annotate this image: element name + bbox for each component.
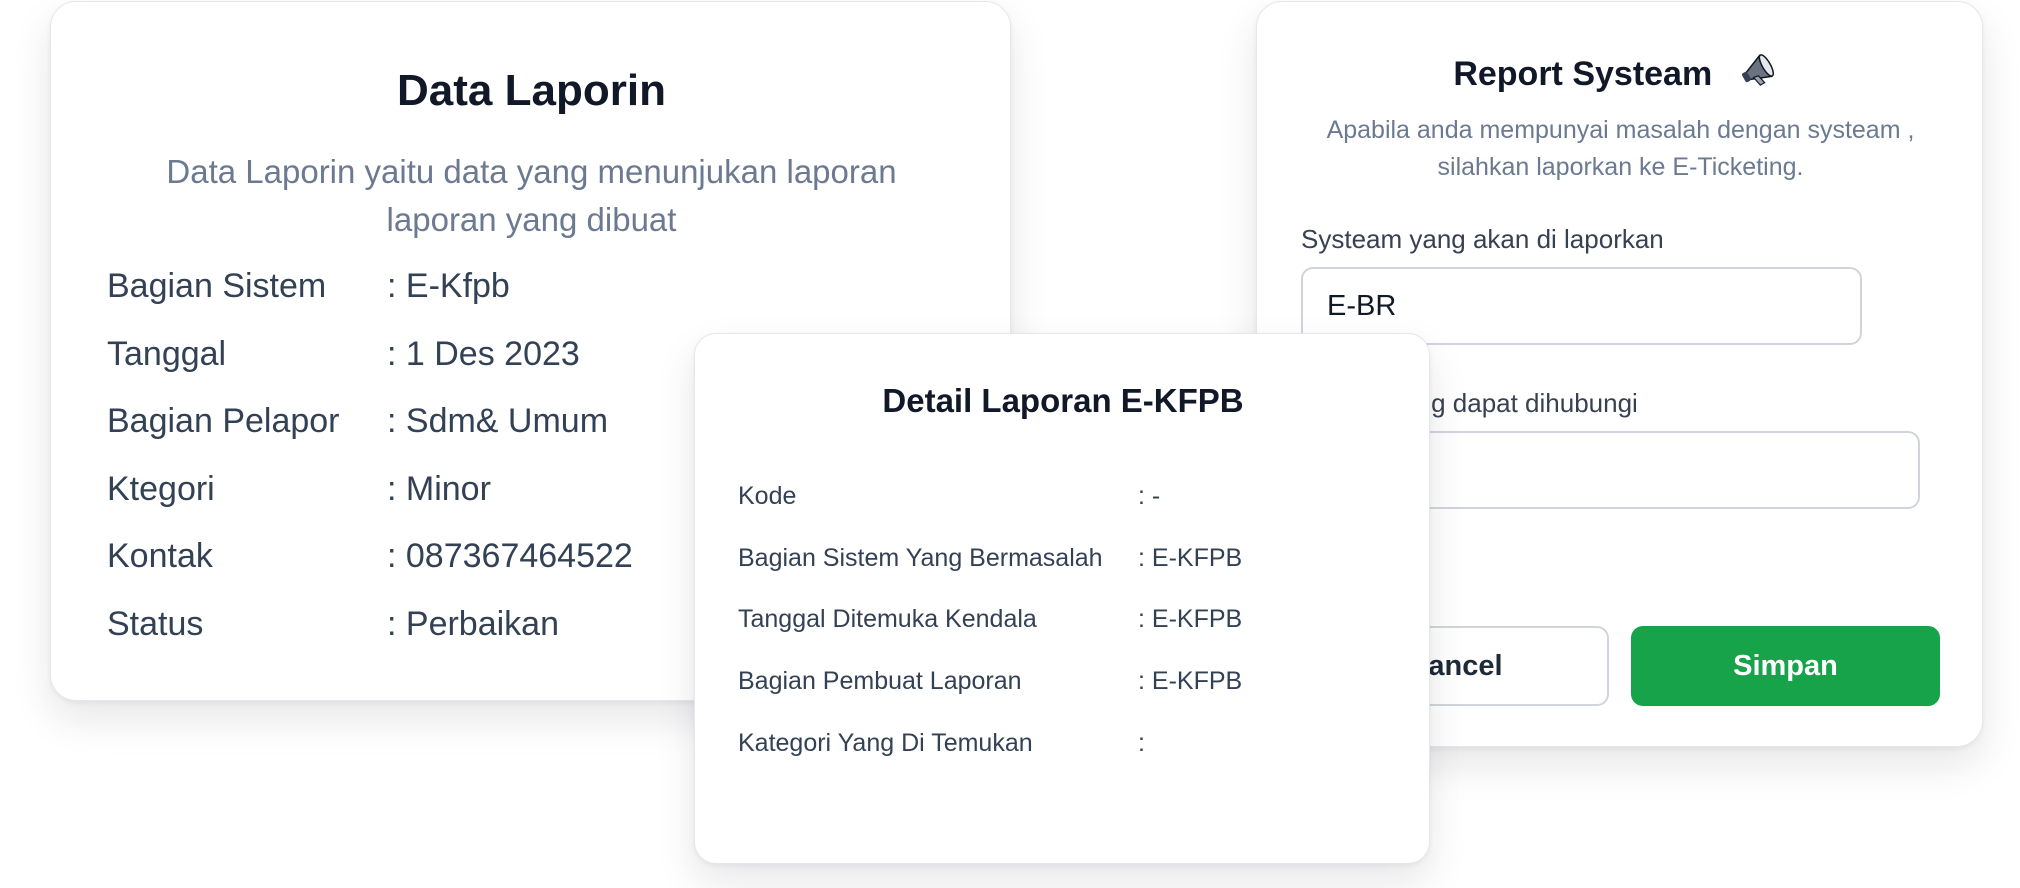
data-row-status: Status : Perbaikan — [107, 600, 559, 648]
detail-row-bagian-sistem: Bagian Sistem Yang Bermasalah : E-KFPB — [738, 538, 1242, 578]
data-row-value: : Sdm& Umum — [387, 401, 609, 440]
data-row-value: : 087367464522 — [387, 536, 633, 575]
data-row-value: : 1 Des 2023 — [387, 334, 580, 373]
detail-row-value: : E-KFPB — [1138, 604, 1243, 633]
detail-row-value: : E-KFPB — [1138, 666, 1243, 695]
data-row-label: Tanggal — [107, 334, 227, 373]
detail-row-value: : - — [1138, 481, 1161, 510]
data-row-value: : E-Kfpb — [387, 266, 510, 305]
data-row-label: Kontak — [107, 536, 213, 575]
system-field-label: Systeam yang akan di laporkan — [1301, 224, 1664, 254]
data-row-bagian-sistem: Bagian Sistem : E-Kfpb — [107, 262, 510, 310]
data-laporin-title: Data Laporin — [397, 66, 666, 115]
save-button[interactable]: Simpan — [1631, 626, 1940, 706]
detail-row-kode: Kode : - — [738, 476, 1160, 516]
data-row-label: Bagian Sistem — [107, 266, 327, 305]
detail-row-bagian-pembuat: Bagian Pembuat Laporan : E-KFPB — [738, 661, 1242, 701]
report-title-wrap: Report Systeam — [1257, 50, 1984, 102]
detail-row-value: : — [1138, 728, 1145, 757]
detail-row-tanggal: Tanggal Ditemuka Kendala : E-KFPB — [738, 599, 1242, 639]
data-row-label: Ktegori — [107, 469, 215, 508]
report-description: Apabila anda mempunyai masalah dengan sy… — [1326, 116, 1915, 181]
detail-laporan-title: Detail Laporan E-KFPB — [882, 382, 1244, 419]
data-row-label: Status — [107, 604, 204, 643]
detail-row-value: : E-KFPB — [1138, 543, 1243, 572]
detail-row-label: Tanggal Ditemuka Kendala — [738, 604, 1037, 633]
report-title: Report Systeam — [1453, 54, 1713, 93]
detail-row-label: Bagian Pembuat Laporan — [738, 666, 1022, 695]
data-row-tanggal: Tanggal : 1 Des 2023 — [107, 330, 580, 378]
detail-laporan-card: Detail Laporan E-KFPB Kode : - Bagian Si… — [694, 333, 1430, 864]
data-row-value: : Minor — [387, 469, 491, 508]
data-row-kontak: Kontak : 087367464522 — [107, 532, 633, 580]
data-row-value: : Perbaikan — [387, 604, 559, 643]
megaphone-icon — [1736, 42, 1788, 94]
detail-row-kategori: Kategori Yang Di Temukan : — [738, 723, 1145, 763]
detail-row-label: Kategori Yang Di Temukan — [738, 728, 1033, 757]
detail-row-label: Bagian Sistem Yang Bermasalah — [738, 543, 1103, 572]
detail-row-label: Kode — [738, 481, 797, 510]
data-row-kategori: Ktegori : Minor — [107, 465, 491, 513]
data-laporin-subtitle: Data Laporin yaitu data yang menunjukan … — [166, 153, 897, 238]
data-row-bagian-pelapor: Bagian Pelapor : Sdm& Umum — [107, 397, 608, 445]
data-row-label: Bagian Pelapor — [107, 401, 340, 440]
